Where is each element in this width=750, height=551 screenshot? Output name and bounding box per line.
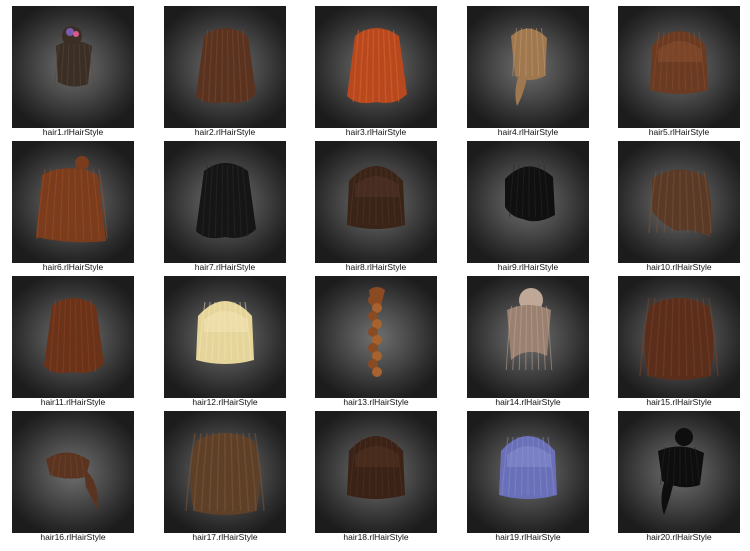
hair-preview-image bbox=[648, 169, 712, 237]
hairstyle-thumbnail[interactable] bbox=[164, 276, 286, 398]
hairstyle-thumbnail[interactable] bbox=[12, 6, 134, 128]
hairstyle-tile[interactable]: hair1.rlHairStyle bbox=[12, 6, 134, 138]
hairstyle-thumbnail[interactable] bbox=[618, 276, 740, 398]
hairstyle-tile[interactable]: hair13.rlHairStyle bbox=[315, 276, 437, 408]
hair-preview-image bbox=[658, 428, 704, 515]
hairstyle-tile[interactable]: hair12.rlHairStyle bbox=[164, 276, 286, 408]
hairstyle-filename-label: hair6.rlHairStyle bbox=[42, 262, 104, 272]
hairstyle-thumbnail-grid: hair1.rlHairStyle hair2.rlHairStyle hair3.… bbox=[0, 0, 750, 551]
hairstyle-tile[interactable]: hair2.rlHairStyle bbox=[164, 6, 286, 138]
hair-preview-image bbox=[196, 163, 256, 239]
hairstyle-filename-label: hair12.rlHairStyle bbox=[192, 397, 258, 407]
hairstyle-thumbnail[interactable] bbox=[467, 6, 589, 128]
hairstyle-thumbnail[interactable] bbox=[164, 6, 286, 128]
hairstyle-tile[interactable]: hair10.rlHairStyle bbox=[618, 141, 740, 273]
hairstyle-filename-label: hair15.rlHairStyle bbox=[646, 397, 712, 407]
hairstyle-tile[interactable]: hair7.rlHairStyle bbox=[164, 141, 286, 273]
hairstyle-thumbnail[interactable] bbox=[315, 276, 437, 398]
hairstyle-filename-label: hair11.rlHairStyle bbox=[40, 397, 106, 407]
hairstyle-thumbnail[interactable] bbox=[315, 6, 437, 128]
hair-preview-image bbox=[347, 28, 407, 104]
hairstyle-thumbnail[interactable] bbox=[12, 411, 134, 533]
hairstyle-tile[interactable]: hair19.rlHairStyle bbox=[467, 411, 589, 543]
hair-preview-image bbox=[347, 166, 405, 229]
hairstyle-thumbnail[interactable] bbox=[315, 411, 437, 533]
hairstyle-thumbnail[interactable] bbox=[618, 141, 740, 263]
hairstyle-filename-label: hair20.rlHairStyle bbox=[646, 532, 712, 542]
hair-preview-image bbox=[639, 297, 719, 380]
hairstyle-tile[interactable]: hair14.rlHairStyle bbox=[467, 276, 589, 408]
hairstyle-tile[interactable]: hair9.rlHairStyle bbox=[467, 141, 589, 273]
hairstyle-thumbnail[interactable] bbox=[164, 411, 286, 533]
hair-preview-image bbox=[650, 31, 708, 94]
hairstyle-thumbnail[interactable] bbox=[164, 141, 286, 263]
hair-preview-image bbox=[46, 452, 99, 511]
hairstyle-tile[interactable]: hair11.rlHairStyle bbox=[12, 276, 134, 408]
hair-preview-image bbox=[44, 298, 104, 374]
hairstyle-tile[interactable]: hair6.rlHairStyle bbox=[12, 141, 134, 273]
hairstyle-filename-label: hair18.rlHairStyle bbox=[343, 532, 409, 542]
hairstyle-tile[interactable]: hair15.rlHairStyle bbox=[618, 276, 740, 408]
hairstyle-thumbnail[interactable] bbox=[315, 141, 437, 263]
hairstyle-thumbnail[interactable] bbox=[12, 276, 134, 398]
hairstyle-filename-label: hair14.rlHairStyle bbox=[495, 397, 561, 407]
hairstyle-filename-label: hair16.rlHairStyle bbox=[40, 532, 106, 542]
hairstyle-thumbnail[interactable] bbox=[467, 141, 589, 263]
hairstyle-filename-label: hair10.rlHairStyle bbox=[646, 262, 712, 272]
hairstyle-filename-label: hair1.rlHairStyle bbox=[42, 127, 104, 137]
hair-preview-image bbox=[368, 287, 385, 377]
hairstyle-thumbnail[interactable] bbox=[12, 141, 134, 263]
hairstyle-filename-label: hair7.rlHairStyle bbox=[194, 262, 256, 272]
hairstyle-filename-label: hair5.rlHairStyle bbox=[648, 127, 710, 137]
hairstyle-filename-label: hair2.rlHairStyle bbox=[194, 127, 256, 137]
hairstyle-filename-label: hair17.rlHairStyle bbox=[192, 532, 258, 542]
hair-preview-image bbox=[196, 301, 254, 364]
hairstyle-filename-label: hair9.rlHairStyle bbox=[497, 262, 559, 272]
hair-preview-image bbox=[185, 432, 265, 515]
hair-preview-image bbox=[505, 288, 553, 371]
hairstyle-thumbnail[interactable] bbox=[467, 411, 589, 533]
hair-preview-image bbox=[505, 164, 555, 222]
hairstyle-filename-label: hair3.rlHairStyle bbox=[345, 127, 407, 137]
hairstyle-tile[interactable]: hair4.rlHairStyle bbox=[467, 6, 589, 138]
hair-preview-image bbox=[196, 28, 256, 104]
hair-preview-image bbox=[36, 156, 108, 243]
hair-preview-image bbox=[511, 27, 547, 106]
hairstyle-tile[interactable]: hair20.rlHairStyle bbox=[618, 411, 740, 543]
hairstyle-filename-label: hair19.rlHairStyle bbox=[495, 532, 561, 542]
hairstyle-filename-label: hair13.rlHairStyle bbox=[343, 397, 409, 407]
hairstyle-tile[interactable]: hair5.rlHairStyle bbox=[618, 6, 740, 138]
hairstyle-tile[interactable]: hair16.rlHairStyle bbox=[12, 411, 134, 543]
hair-preview-image bbox=[499, 436, 557, 499]
hairstyle-tile[interactable]: hair18.rlHairStyle bbox=[315, 411, 437, 543]
hairstyle-filename-label: hair4.rlHairStyle bbox=[497, 127, 559, 137]
hairstyle-thumbnail[interactable] bbox=[467, 276, 589, 398]
hairstyle-tile[interactable]: hair17.rlHairStyle bbox=[164, 411, 286, 543]
hairstyle-thumbnail[interactable] bbox=[618, 6, 740, 128]
hairstyle-filename-label: hair8.rlHairStyle bbox=[345, 262, 407, 272]
hair-preview-image bbox=[347, 436, 405, 499]
hairstyle-tile[interactable]: hair3.rlHairStyle bbox=[315, 6, 437, 138]
hairstyle-tile[interactable]: hair8.rlHairStyle bbox=[315, 141, 437, 273]
hair-preview-image bbox=[54, 26, 94, 87]
hairstyle-thumbnail[interactable] bbox=[618, 411, 740, 533]
